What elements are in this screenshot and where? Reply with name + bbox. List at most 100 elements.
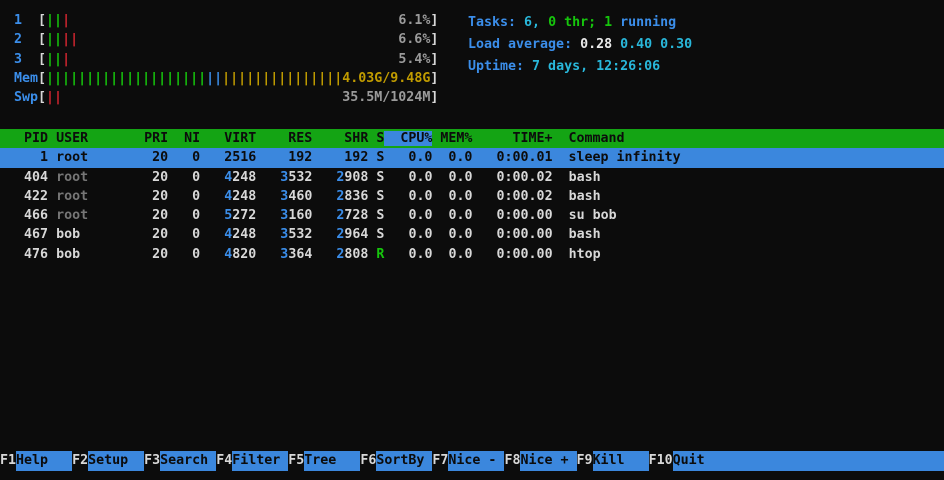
meter-pad: [62, 90, 342, 105]
load-average-seg-1: 0.28: [580, 37, 621, 52]
meter-pad: [78, 32, 398, 47]
column-header-shr[interactable]: SHR: [312, 131, 368, 146]
cell-gap: [48, 189, 56, 204]
blue-bars: ||: [206, 70, 223, 86]
bracket-close: ]: [430, 13, 439, 28]
column-header-cmd[interactable]: Command: [569, 131, 944, 146]
cpu2-meter: 2 [|||| 6.6%]: [14, 30, 438, 49]
process-row-476[interactable]: 476 bob 20 0 4820 3364 2808 R 0.0 0.0 0:…: [0, 245, 944, 264]
fkey-f8-key[interactable]: F8: [504, 451, 520, 471]
cell-gap: [553, 189, 569, 204]
fkey-f5-label[interactable]: Tree: [304, 451, 361, 471]
fkey-f9-key[interactable]: F9: [577, 451, 593, 471]
fkey-f10-key[interactable]: F10: [649, 451, 673, 471]
cell-pad: [200, 247, 224, 262]
process-row-467[interactable]: 467 bob 20 0 4248 3532 2964 S 0.0 0.0 0:…: [0, 225, 944, 244]
cell-shr: 836: [344, 188, 369, 204]
column-header-s[interactable]: S: [368, 131, 384, 146]
cell-mem: 0.0: [432, 227, 473, 243]
column-header-ni[interactable]: NI: [168, 131, 200, 146]
cell-pid: 1: [0, 150, 49, 166]
cell-res: 192: [256, 150, 313, 166]
column-header-mem[interactable]: MEM%: [432, 131, 472, 146]
fkey-f4-label[interactable]: Filter: [232, 451, 289, 471]
cell-s: S: [368, 227, 385, 243]
cell-pad: [200, 170, 224, 185]
process-row-422[interactable]: 422 root 20 0 4248 3460 2836 S 0.0 0.0 0…: [0, 187, 944, 206]
mem-value: 4.03G/9.48G: [342, 70, 431, 86]
red-bars: |: [62, 13, 71, 28]
cell-res: 532: [288, 169, 313, 185]
fkey-f6-key[interactable]: F6: [360, 451, 376, 471]
fkey-f6-label[interactable]: SortBy: [376, 451, 433, 471]
column-header-pri[interactable]: PRI: [128, 131, 168, 146]
cell-pad: [256, 247, 280, 262]
column-header-virt[interactable]: VIRT: [200, 131, 256, 146]
bracket-close: ]: [430, 90, 439, 106]
cell-mem: 0.0: [432, 246, 473, 262]
cell-gap: [48, 208, 56, 223]
cell-pri: 20: [128, 188, 169, 204]
red-bars: ||: [46, 90, 63, 106]
cell-user: bob: [56, 246, 129, 262]
bracket-close: ]: [430, 51, 439, 67]
cpu3-label: 3: [14, 51, 39, 67]
fkey-f1-label[interactable]: Help: [16, 451, 73, 471]
cell-gap: [552, 150, 568, 165]
bracket-open: [: [38, 32, 47, 48]
fkey-f7-key[interactable]: F7: [432, 451, 448, 471]
tasks-summary: Tasks: 6, 0 thr; 1 running: [468, 12, 692, 34]
process-row-1[interactable]: 1 root 20 0 2516 192 192 S 0.0 0.0 0:00.…: [0, 148, 944, 168]
cell-pid: 467: [0, 227, 49, 243]
cell-s: R: [368, 246, 385, 262]
header-gap: [48, 131, 56, 146]
fkey-f8-label[interactable]: Nice +: [520, 451, 577, 471]
column-header-user[interactable]: USER: [56, 131, 128, 146]
uptime-seg-0: Uptime:: [468, 59, 533, 74]
fkey-f4-key[interactable]: F4: [216, 451, 232, 471]
fkey-f2-key[interactable]: F2: [72, 451, 88, 471]
process-row-404[interactable]: 404 root 20 0 4248 3532 2908 S 0.0 0.0 0…: [0, 168, 944, 187]
fkey-f1-key[interactable]: F1: [0, 451, 16, 471]
fkey-f5-key[interactable]: F5: [288, 451, 304, 471]
cell-ni: 0: [168, 227, 201, 243]
fkey-f2-label[interactable]: Setup: [88, 451, 145, 471]
fkey-f3-key[interactable]: F3: [144, 451, 160, 471]
column-header-cpu[interactable]: CPU%: [384, 131, 433, 146]
cell-cpu: 0.0: [384, 188, 433, 204]
header-gap: [552, 131, 568, 146]
column-header-pid[interactable]: PID: [0, 131, 48, 146]
cell-cpu: 0.0: [384, 227, 433, 243]
load-average-seg-3: 0.30: [660, 37, 693, 52]
cell-s: S: [368, 169, 385, 185]
cell-pad: [312, 208, 336, 223]
swp-value: 35.5M/1024M: [342, 90, 431, 106]
fkey-f7-label[interactable]: Nice -: [448, 451, 505, 471]
cell-gap: [553, 227, 569, 242]
load-average: Load average: 0.28 0.40 0.30: [468, 34, 692, 56]
process-row-466[interactable]: 466 root 20 0 5272 3160 2728 S 0.0 0.0 0…: [0, 206, 944, 225]
cpu1-value: 6.1%: [398, 13, 431, 28]
uptime: Uptime: 7 days, 12:26:06: [468, 56, 692, 78]
cell-pad: [256, 189, 280, 204]
cell-pid: 466: [0, 208, 49, 224]
red-bars: |: [62, 51, 71, 67]
cell-gap: [48, 227, 56, 242]
cell-gap: [553, 170, 569, 185]
column-header-res[interactable]: RES: [256, 131, 312, 146]
meter-panel: 1 [||| 6.1%] 2 [|||| 6.6%] 3 [||| 5.4%] Mem…: [14, 11, 438, 107]
cell-shr: 728: [344, 208, 369, 224]
cell-pid: 404: [0, 169, 49, 185]
cell-ni: 0: [168, 150, 201, 166]
mem-label: Mem: [14, 70, 39, 86]
cell-pad: [256, 170, 280, 185]
cpu3-meter: 3 [||| 5.4%]: [14, 50, 438, 69]
cell-gap: [48, 247, 56, 262]
column-header-time[interactable]: TIME+: [472, 131, 552, 146]
cell-pri: 20: [128, 246, 169, 262]
fkey-f9-label[interactable]: Kill: [592, 451, 649, 471]
fkey-f3-label[interactable]: Search: [160, 451, 217, 471]
htop-terminal: 1 [||| 6.1%] 2 [|||| 6.6%] 3 [||| 5.4%] Mem…: [0, 0, 944, 480]
cell-mem: 0.0: [432, 188, 473, 204]
fkey-f10-label[interactable]: Quit: [672, 451, 705, 471]
